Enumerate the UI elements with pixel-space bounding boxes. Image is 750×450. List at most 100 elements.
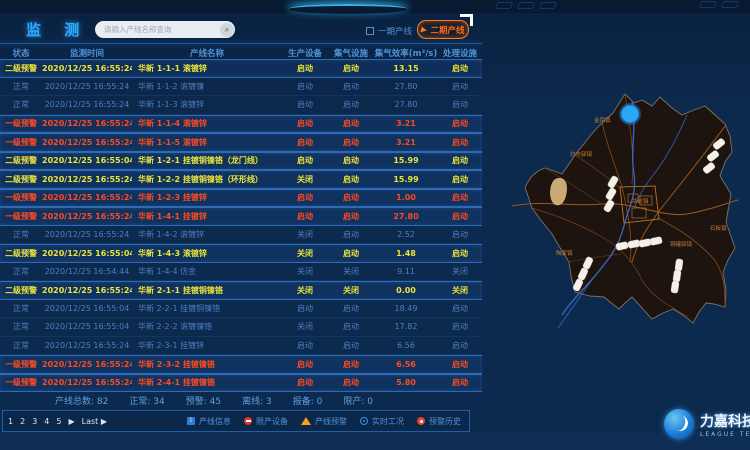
column-header: 状态 xyxy=(0,47,42,59)
table-row[interactable]: 正常2020/12/25 16:55:24华新 1-1-2 滚镀镍启动启动27.… xyxy=(0,78,482,97)
town-label: 华岩镇 xyxy=(632,197,649,205)
legend-item[interactable]: 预警历史 xyxy=(417,416,461,427)
time-cell: 2020/12/25 16:55:24 xyxy=(42,100,132,109)
process-facility-cell: 启动 xyxy=(438,99,482,110)
map-pill-marker[interactable] xyxy=(675,259,684,272)
table-row[interactable]: 正常2020/12/25 16:55:24华新 1-1-3 滚镀锌启动启动27.… xyxy=(0,96,482,115)
table-row[interactable]: 正常2020/12/25 16:55:24华新 1-4-2 滚镀锌关闭启动2.5… xyxy=(0,226,482,245)
segment-decor xyxy=(495,2,513,9)
status-cell: 正常 xyxy=(0,321,42,332)
town-label: 陶家镇 xyxy=(556,249,573,257)
status-cell: 正常 xyxy=(0,81,42,92)
gas-facility-cell: 启动 xyxy=(328,340,374,351)
process-facility-cell: 启动 xyxy=(438,192,482,203)
gas-efficiency-cell: 0.00 xyxy=(374,286,438,295)
phase1-checkbox[interactable]: 一期产线 xyxy=(366,25,412,37)
legend-item[interactable]: 实时工况 xyxy=(360,416,404,427)
time-cell: 2020/12/25 16:54:44 xyxy=(42,267,132,276)
cursor-corner-decor xyxy=(460,14,473,26)
gas-facility-cell: 启动 xyxy=(328,377,374,388)
info-square-icon: i xyxy=(187,417,195,425)
table-row[interactable]: 一级预警2020/12/25 16:55:24华新 1-1-5 滚镀锌启动启动3… xyxy=(0,133,482,152)
gas-efficiency-cell: 15.99 xyxy=(374,175,438,184)
table-row[interactable]: 一级预警2020/12/25 16:55:24华新 2-3-2 挂镀镍铬启动启动… xyxy=(0,355,482,374)
gas-efficiency-cell: 27.80 xyxy=(374,212,438,221)
gas-facility-cell: 关闭 xyxy=(328,285,374,296)
status-cell: 二级预警 xyxy=(0,63,42,74)
gas-facility-cell: 启动 xyxy=(328,118,374,129)
page-button[interactable]: 2 xyxy=(20,417,25,426)
segment-decor xyxy=(517,2,535,9)
line-name-cell: 华新 2-1-1 挂镀铜镍铬 xyxy=(132,285,282,296)
gas-efficiency-cell: 1.48 xyxy=(374,249,438,258)
map-pill-marker[interactable] xyxy=(673,270,682,283)
time-cell: 2020/12/25 16:55:24 xyxy=(42,360,132,369)
prod-equip-cell: 启动 xyxy=(282,359,328,370)
table-row[interactable]: 二级预警2020/12/25 16:55:04华新 1-2-1 挂镀铜镍铬（龙门… xyxy=(0,152,482,171)
map-pill-marker[interactable] xyxy=(671,281,680,294)
page-button[interactable]: 3 xyxy=(32,417,37,426)
line-name-cell: 华新 1-4-3 滚镀锌 xyxy=(132,248,282,259)
status-cell: 一级预警 xyxy=(0,192,42,203)
time-cell: 2020/12/25 16:55:04 xyxy=(42,249,132,258)
process-facility-cell: 启动 xyxy=(438,340,482,351)
table-row[interactable]: 一级预警2020/12/25 16:55:24华新 1-4-1 挂镀锌启动启动2… xyxy=(0,207,482,226)
table-row[interactable]: 一级预警2020/12/25 16:55:24华新 1-1-4 滚镀锌启动启动3… xyxy=(0,115,482,134)
prod-equip-cell: 启动 xyxy=(282,99,328,110)
header-divider xyxy=(0,43,482,44)
page-button[interactable]: 1 xyxy=(8,417,13,426)
summary-bar: 产线总数: 82正常: 34预警: 45离线: 3报备: 0限产: 0 xyxy=(0,393,482,408)
table-row[interactable]: 一级预警2020/12/25 16:55:24华新 2-4-1 挂镀镍铬启动启动… xyxy=(0,374,482,393)
gas-efficiency-cell: 5.80 xyxy=(374,378,438,387)
status-cell: 正常 xyxy=(0,99,42,110)
process-facility-cell: 关闭 xyxy=(438,266,482,277)
search-icon[interactable]: ⌕ xyxy=(220,23,234,37)
phase1-label: 一期产线 xyxy=(378,25,412,37)
prod-equip-cell: 关闭 xyxy=(282,266,328,277)
gas-efficiency-cell: 27.80 xyxy=(374,100,438,109)
table-row[interactable]: 二级预警2020/12/25 16:55:24华新 2-1-1 挂镀铜镍铬关闭关… xyxy=(0,281,482,300)
table-row[interactable]: 正常2020/12/25 16:55:04华新 2-2-1 挂镀铜镍铬启动启动1… xyxy=(0,300,482,319)
summary-item: 正常: 34 xyxy=(129,394,164,407)
table-row[interactable]: 正常2020/12/25 16:54:44华新 1-4-4 仿金关闭关闭9.11… xyxy=(0,263,482,282)
legend-item[interactable]: 产线预警 xyxy=(301,416,347,427)
process-facility-cell: 关闭 xyxy=(438,285,482,296)
next-page-button[interactable]: ▶ xyxy=(68,417,74,426)
table-row[interactable]: 二级预警2020/12/25 16:55:24华新 1-2-2 挂镀铜镍铬（环形… xyxy=(0,170,482,189)
table-row[interactable]: 正常2020/12/25 16:55:24华新 2-3-1 挂镀锌启动启动6.5… xyxy=(0,337,482,356)
time-cell: 2020/12/25 16:55:24 xyxy=(42,138,132,147)
time-cell: 2020/12/25 16:55:24 xyxy=(42,119,132,128)
page-button[interactable]: 4 xyxy=(44,417,49,426)
flag-icon xyxy=(421,26,428,33)
table-row[interactable]: 二级预警2020/12/25 16:55:04华新 1-4-3 滚镀锌关闭启动1… xyxy=(0,244,482,263)
gas-facility-cell: 启动 xyxy=(328,99,374,110)
checkbox-icon[interactable] xyxy=(366,27,374,35)
table-row[interactable]: 二级预警2020/12/25 16:55:24华新 1-1-1 滚镀锌启动启动1… xyxy=(0,59,482,78)
gas-efficiency-cell: 17.82 xyxy=(374,322,438,331)
table-row[interactable]: 一级预警2020/12/25 16:55:24华新 1-2-3 挂镀锌启动启动1… xyxy=(0,189,482,208)
town-label: 金凤镇 xyxy=(594,116,611,124)
prod-equip-cell: 关闭 xyxy=(282,248,328,259)
time-cell: 2020/12/25 16:55:04 xyxy=(42,322,132,331)
prod-equip-cell: 关闭 xyxy=(282,321,328,332)
status-cell: 一级预警 xyxy=(0,137,42,148)
line-name-cell: 华新 2-4-1 挂镀镍铬 xyxy=(132,377,282,388)
gas-efficiency-cell: 15.99 xyxy=(374,156,438,165)
table-row[interactable]: 正常2020/12/25 16:55:04华新 2-2-2 滚镀镍铬关闭启动17… xyxy=(0,318,482,337)
page-button[interactable]: 5 xyxy=(56,417,61,426)
station-marker-dot[interactable] xyxy=(621,105,639,123)
prod-equip-cell: 启动 xyxy=(282,137,328,148)
district-map[interactable]: 金凤镇白市驿镇华岩镇石板镇陶家镇铜罐驿镇 xyxy=(482,56,750,404)
line-name-cell: 华新 1-4-4 仿金 xyxy=(132,266,282,277)
search-input[interactable] xyxy=(95,25,220,34)
gas-efficiency-cell: 2.52 xyxy=(374,230,438,239)
last-page-button[interactable]: Last ▶ xyxy=(82,417,107,426)
search-bar[interactable]: ⌕ xyxy=(95,21,235,38)
process-facility-cell: 启动 xyxy=(438,229,482,240)
history-dot-icon xyxy=(417,417,425,425)
legend-item[interactable]: 限产设备 xyxy=(244,416,288,427)
status-cell: 一级预警 xyxy=(0,211,42,222)
legend-item[interactable]: i产线信息 xyxy=(187,416,231,427)
line-name-cell: 华新 1-1-2 滚镀镍 xyxy=(132,81,282,92)
column-header: 产线名称 xyxy=(132,47,282,59)
